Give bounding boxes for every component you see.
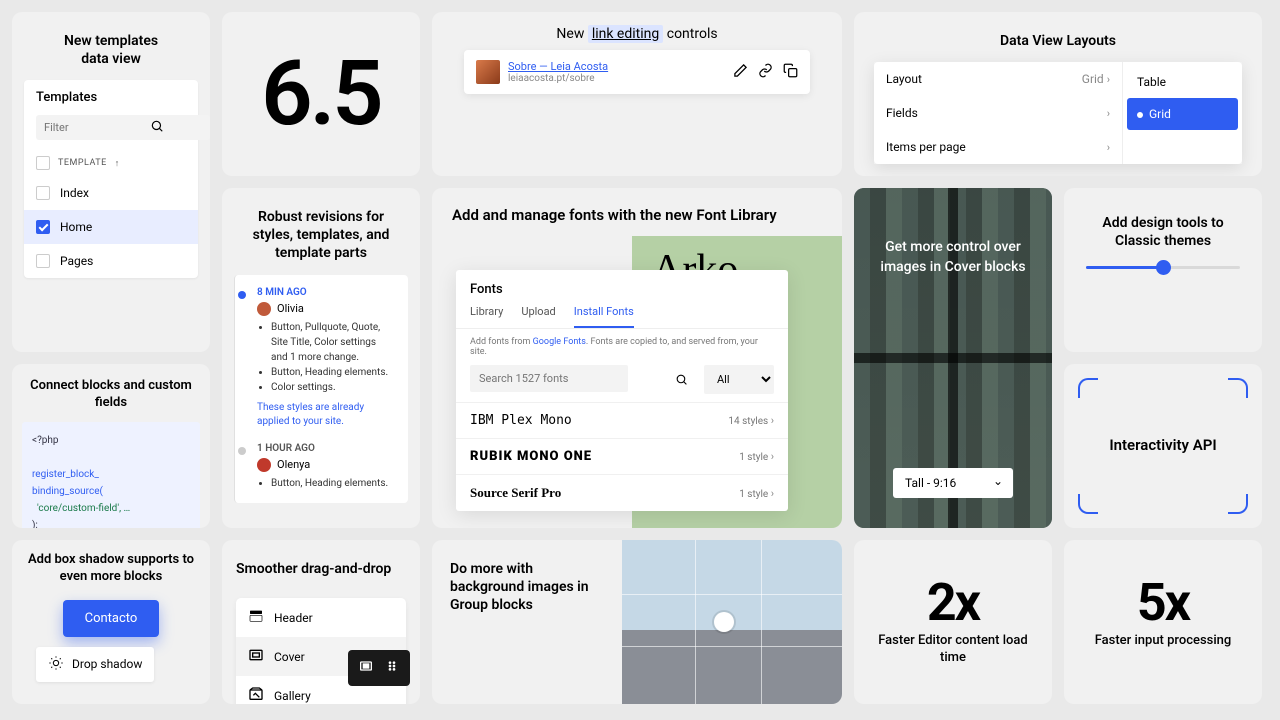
stat-number: 2x — [854, 540, 1052, 633]
gallery-block-icon — [248, 686, 264, 704]
template-name: Pages — [60, 254, 93, 268]
checkbox[interactable] — [36, 254, 50, 268]
slider-control[interactable] — [1064, 266, 1262, 269]
focal-point-picker[interactable] — [622, 540, 842, 704]
cover-block-icon — [358, 658, 374, 678]
font-panel-heading: Fonts — [456, 270, 788, 297]
google-fonts-link[interactable]: Google Fonts — [533, 337, 586, 347]
templates-filter-input[interactable] — [36, 115, 210, 140]
font-row[interactable]: Source Serif Pro1 style › — [456, 474, 788, 511]
interactivity-title: Interactivity API — [1109, 436, 1216, 456]
revision-changes: Button, Heading elements. — [257, 476, 394, 491]
checkbox[interactable] — [36, 220, 50, 234]
timeline-dot-icon — [238, 447, 246, 455]
drag-handle-icon[interactable] — [384, 658, 400, 678]
revisions-title: Robust revisions for styles, templates, … — [222, 188, 420, 275]
font-category-select[interactable]: All — [704, 365, 774, 394]
revision-entry[interactable]: 8 MIN AGO Olivia Button, Pullquote, Quot… — [243, 283, 408, 439]
fonts-title: Add and manage fonts with the new Font L… — [432, 188, 842, 236]
layout-option-table[interactable]: Table — [1127, 66, 1238, 98]
font-library-panel: Fonts Library Upload Install Fonts Add f… — [456, 270, 788, 511]
revision-user: Olenya — [277, 458, 310, 471]
layout-option-grid[interactable]: Grid — [1127, 98, 1238, 130]
classic-title: Add design tools to Classic themes — [1064, 188, 1262, 266]
checkbox[interactable] — [36, 186, 50, 200]
focal-point-handle[interactable] — [714, 612, 734, 632]
drag-handle-popover[interactable] — [348, 650, 410, 686]
link-editing-title: New link editing controls — [432, 12, 842, 50]
search-icon — [675, 371, 688, 390]
copy-icon[interactable] — [783, 63, 798, 82]
layout-row-fields[interactable]: Fields› — [874, 96, 1122, 130]
block-item-header[interactable]: Header — [236, 598, 406, 637]
sort-arrow-icon[interactable]: ↑ — [115, 158, 120, 169]
stat-number: 5x — [1064, 540, 1262, 633]
link-preview-url: leiaacosta.pt/sobre — [508, 73, 608, 84]
dragdrop-title: Smoother drag-and-drop — [222, 540, 420, 598]
link-thumbnail — [476, 60, 500, 84]
revision-time: 8 MIN AGO — [257, 287, 394, 298]
select-all-checkbox[interactable] — [36, 156, 50, 170]
bindings-title: Connect blocks and custom fields — [12, 364, 210, 422]
active-dot-icon — [1137, 112, 1143, 118]
layout-row-itemsperpage[interactable]: Items per page› — [874, 130, 1122, 164]
templates-title: New templates data view — [12, 12, 210, 80]
header-block-icon — [248, 608, 264, 627]
layouts-title: Data View Layouts — [854, 12, 1262, 62]
template-row-index[interactable]: Index — [24, 176, 198, 210]
link-editing-highlight: link editing — [588, 25, 663, 43]
templates-header-row: TEMPLATE ↑ — [24, 150, 198, 176]
tab-upload[interactable]: Upload — [521, 305, 555, 328]
contacto-button[interactable]: Contacto — [63, 600, 160, 637]
link-preview-title[interactable]: Sobre — Leia Acosta — [508, 60, 608, 73]
timeline-dot-icon — [238, 291, 246, 299]
font-row[interactable]: RUBIK MONO ONE1 style › — [456, 438, 788, 474]
drop-shadow-chip[interactable]: Drop shadow — [36, 647, 154, 682]
template-row-home[interactable]: Home — [24, 210, 198, 244]
layout-row-layout[interactable]: LayoutGrid › — [874, 62, 1122, 96]
slider-thumb[interactable] — [1156, 260, 1171, 275]
column-header[interactable]: TEMPLATE — [58, 158, 107, 168]
template-row-pages[interactable]: Pages — [24, 244, 198, 278]
code-snippet: <?php register_block_ binding_source( 'c… — [22, 422, 200, 528]
tab-install-fonts[interactable]: Install Fonts — [574, 305, 634, 328]
stat-label: Faster input processing — [1064, 633, 1262, 650]
layouts-popover: LayoutGrid › Fields› Items per page› Tab… — [874, 62, 1242, 164]
revision-applied-note: These styles are already applied to your… — [257, 395, 394, 435]
font-row[interactable]: IBM Plex Mono14 styles › — [456, 402, 788, 438]
sun-icon — [48, 655, 64, 674]
cover-block-icon — [248, 647, 264, 666]
template-name: Index — [60, 186, 89, 200]
font-search-input[interactable] — [470, 365, 628, 392]
revision-entry[interactable]: 1 HOUR AGO Olenya Button, Heading elemen… — [243, 439, 408, 495]
cover-title: Get more control over images in Cover bl… — [854, 188, 1052, 277]
drop-shadow-label: Drop shadow — [72, 657, 142, 671]
templates-panel: Templates TEMPLATE ↑ Index Home Pages — [24, 80, 198, 278]
templates-panel-header: Templates — [24, 80, 198, 115]
tab-library[interactable]: Library — [470, 305, 503, 328]
aspect-ratio-select[interactable]: Tall - 9:16 — [893, 468, 1013, 498]
revisions-panel: 8 MIN AGO Olivia Button, Pullquote, Quot… — [234, 275, 408, 503]
fonts-note: Add fonts from Google Fonts. Fonts are c… — [456, 329, 788, 365]
link-preview-card: Sobre — Leia Acosta leiaacosta.pt/sobre — [464, 50, 810, 94]
unlink-icon[interactable] — [758, 63, 773, 82]
revision-time: 1 HOUR AGO — [257, 443, 394, 454]
revision-changes: Button, Pullquote, Quote, Site Title, Co… — [257, 320, 394, 395]
edit-icon[interactable] — [733, 63, 748, 82]
avatar — [257, 302, 271, 316]
template-name: Home — [60, 220, 92, 234]
stat-label: Faster Editor content load time — [854, 633, 1052, 667]
avatar — [257, 458, 271, 472]
revision-user: Olivia — [277, 302, 304, 315]
shadow-title: Add box shadow supports to even more blo… — [12, 540, 210, 596]
version-number: 6.5 — [222, 12, 420, 176]
groupbg-title: Do more with background images in Group … — [432, 540, 622, 704]
